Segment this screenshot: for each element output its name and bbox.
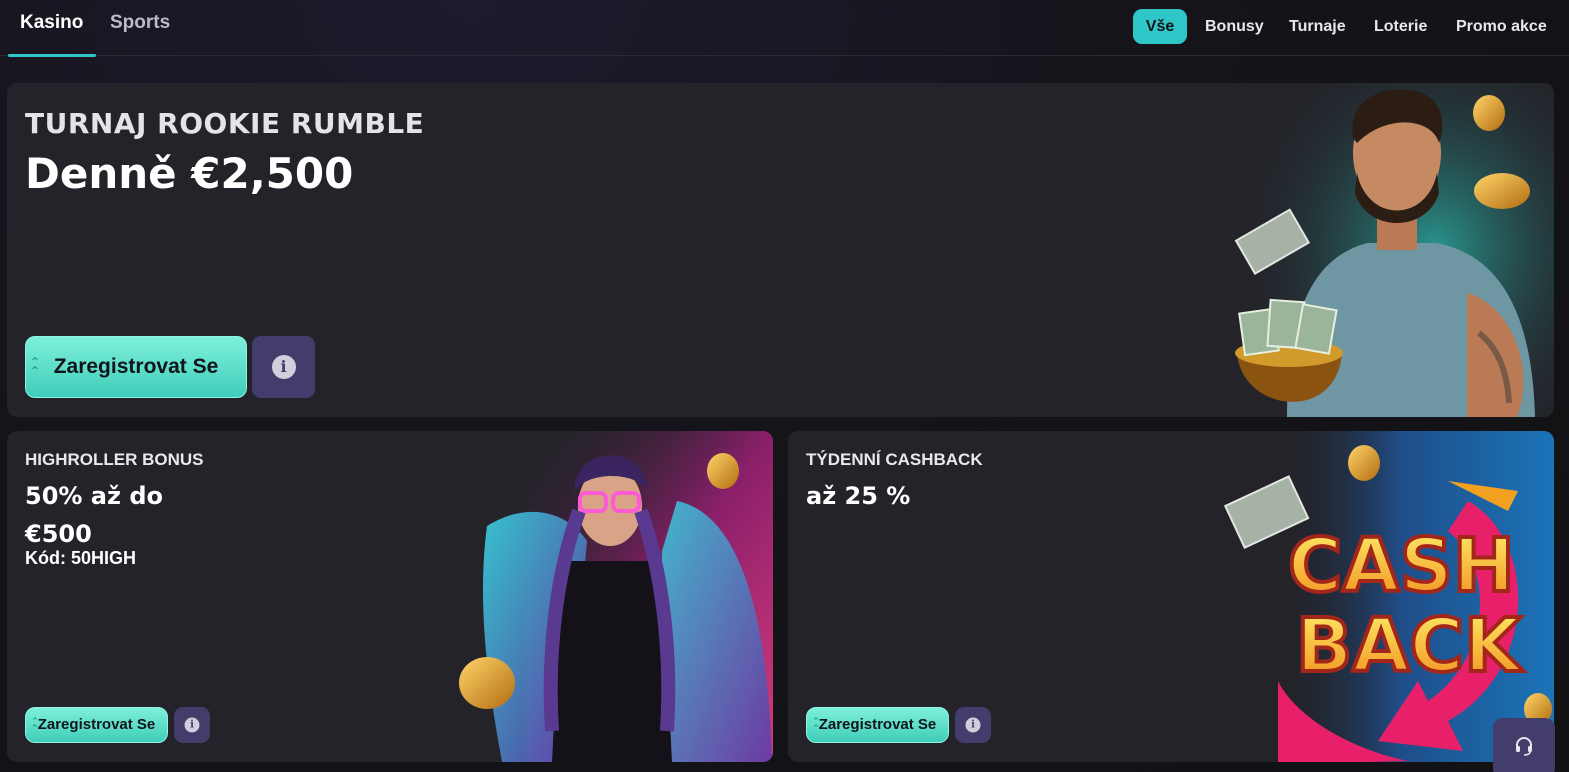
cashback-art-text-top: CASH (1288, 523, 1515, 609)
promo-card-highroller[interactable]: HIGHROLLER BONUS 50% až do €500 Kód: 50H… (7, 431, 773, 762)
promo-amount: 50% až do €500 (25, 482, 163, 548)
woman-with-neon-glasses-illustration (459, 431, 773, 762)
active-tab-indicator (8, 54, 96, 57)
info-button[interactable]: i (252, 336, 315, 398)
top-navigation: Kasino Sports Vše Bonusy Turnaje Loterie… (0, 0, 1569, 57)
filter-turnaje[interactable]: Turnaje (1277, 9, 1358, 44)
info-button[interactable]: i (174, 707, 210, 743)
tab-sports[interactable]: Sports (110, 12, 170, 38)
info-button[interactable]: i (955, 707, 991, 743)
headset-icon (1516, 737, 1532, 756)
register-button-label: Zaregistrovat Se (37, 716, 156, 733)
promo-code: Kód: 50HIGH (25, 548, 137, 568)
chevron-up-icon: ⌃ ⌃ (31, 716, 39, 733)
chevron-up-icon: ⌃ ⌃ (812, 716, 820, 733)
filter-loterie[interactable]: Loterie (1362, 9, 1439, 44)
promo-title: TÝDENNÍ CASHBACK (806, 450, 983, 469)
promo-card-rookie-rumble[interactable]: TURNAJ ROOKIE RUMBLE Denně €2,500 ⌃ ⌃ Za… (7, 83, 1554, 417)
tab-kasino[interactable]: Kasino (20, 12, 83, 38)
filter-vse[interactable]: Vše (1133, 9, 1187, 44)
promo-amount: až 25 % (806, 482, 911, 510)
chevron-up-icon: ⌃ ⌃ (30, 355, 41, 378)
promo-amount: Denně €2,500 (25, 149, 354, 198)
support-chat-button[interactable] (1493, 718, 1555, 772)
promo-title: HIGHROLLER BONUS (25, 450, 204, 469)
register-button[interactable]: ⌃ ⌃ Zaregistrovat Se (25, 707, 168, 743)
filter-bonusy[interactable]: Bonusy (1193, 9, 1276, 44)
register-button[interactable]: ⌃ ⌃ Zaregistrovat Se (25, 336, 247, 398)
register-button-label: Zaregistrovat Se (53, 355, 219, 378)
info-icon: i (271, 355, 296, 379)
register-button-label: Zaregistrovat Se (818, 716, 937, 733)
cashback-illustration: CASH BACK (1223, 431, 1554, 762)
man-with-money-illustration (1234, 83, 1554, 417)
info-icon: i (965, 717, 981, 733)
promo-title: TURNAJ ROOKIE RUMBLE (25, 107, 425, 140)
cashback-art-text-bottom: BACK (1296, 603, 1524, 689)
info-icon: i (184, 717, 200, 733)
promo-card-cashback[interactable]: TÝDENNÍ CASHBACK až 25 % CASH BACK ⌃ ⌃ Z… (788, 431, 1554, 762)
register-button[interactable]: ⌃ ⌃ Zaregistrovat Se (806, 707, 949, 743)
filter-promo-akce[interactable]: Promo akce (1444, 9, 1559, 44)
